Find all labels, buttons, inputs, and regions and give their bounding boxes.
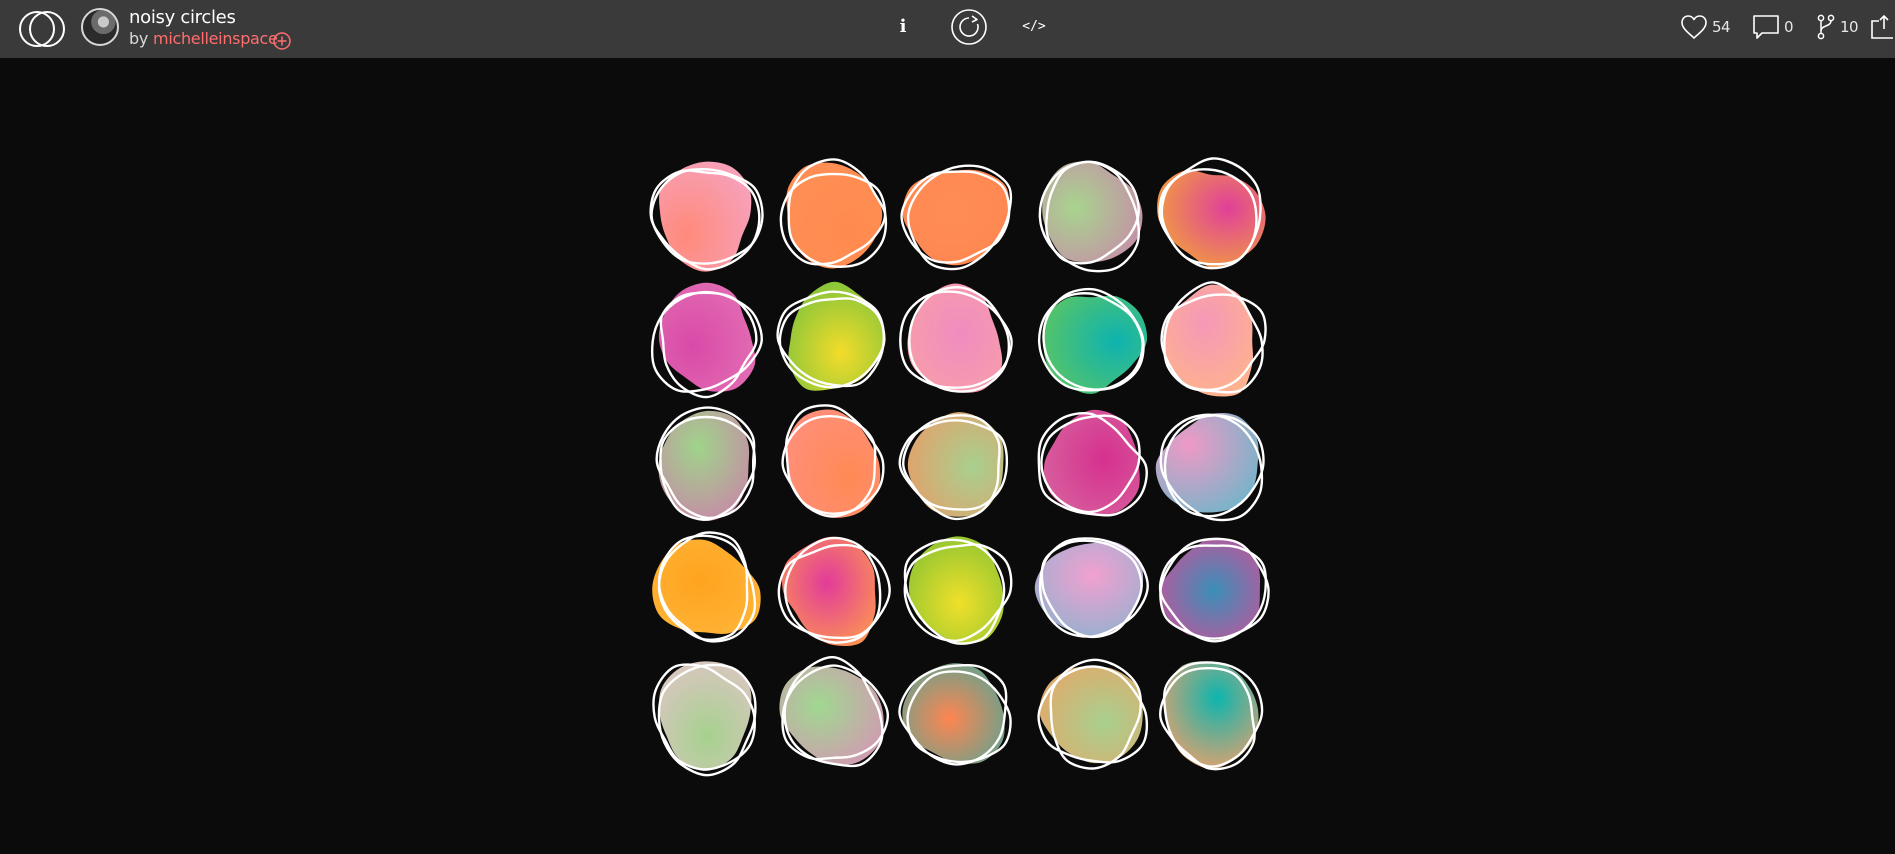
- sketch-title: noisy circles: [129, 7, 236, 28]
- noisy-circle-fill: [1157, 170, 1266, 268]
- noisy-circle-fill: [782, 536, 876, 647]
- forks-count: 10: [1840, 18, 1859, 36]
- fork-icon: [1817, 14, 1835, 40]
- code-icon: </>: [1022, 19, 1046, 34]
- author-byline: by michelleinspace: [129, 29, 278, 48]
- likes-button[interactable]: 54: [1680, 13, 1731, 41]
- replay-icon[interactable]: [950, 8, 988, 46]
- noisy-circle-fill: [1042, 161, 1143, 263]
- comments-count: 0: [1784, 18, 1794, 36]
- info-icon: i: [899, 16, 907, 37]
- share-icon[interactable]: [1870, 14, 1895, 40]
- top-navigation-bar: noisy circles by michelleinspace i </> 54…: [0, 0, 1895, 58]
- heart-icon: [1681, 15, 1707, 39]
- sketch-canvas[interactable]: [0, 58, 1895, 854]
- noisy-circle-fill: [1159, 537, 1261, 638]
- forks-button[interactable]: 10: [1816, 13, 1859, 41]
- plus-circle-icon[interactable]: [272, 31, 292, 51]
- author-link[interactable]: michelleinspace: [153, 29, 278, 48]
- openprocessing-logo-icon[interactable]: [18, 9, 66, 49]
- code-button[interactable]: </>: [1022, 16, 1046, 38]
- noisy-circle-fill: [658, 282, 756, 392]
- comments-button[interactable]: 0: [1752, 13, 1794, 41]
- user-avatar[interactable]: [81, 8, 119, 46]
- by-prefix: by: [129, 29, 149, 48]
- info-button[interactable]: i: [893, 13, 913, 41]
- comment-icon: [1753, 15, 1779, 39]
- noisy-circle-fill: [1043, 295, 1148, 394]
- likes-count: 54: [1712, 18, 1731, 36]
